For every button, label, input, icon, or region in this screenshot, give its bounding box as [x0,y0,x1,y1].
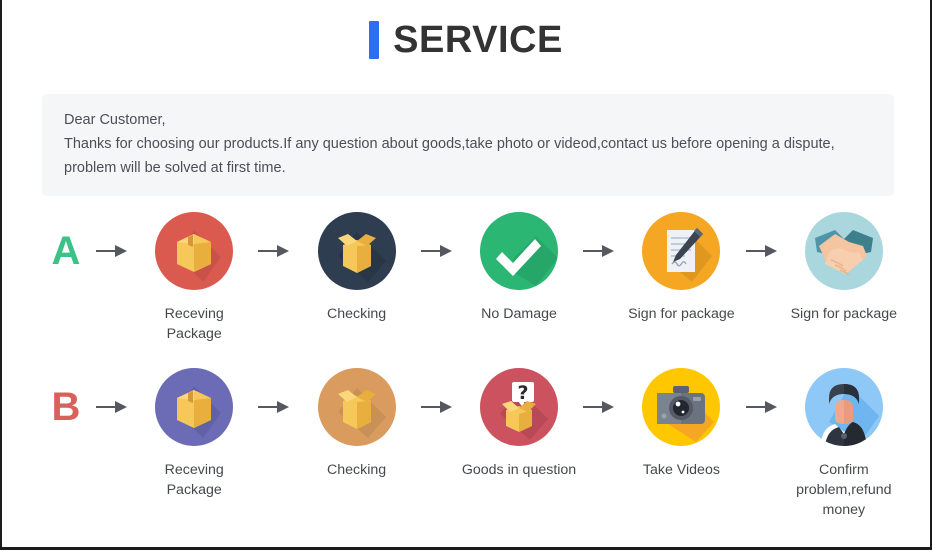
arrow-icon [740,368,786,446]
closed-box-icon [155,212,234,290]
question-box-icon: ? [480,368,559,446]
notice-line: Thanks for choosing our products.If any … [64,136,835,152]
flow-step-label: Receving Package [164,306,224,342]
flow-step: ? Goods in question [461,368,577,480]
flow-step-label: Checking [327,462,387,478]
page-title-text: SERVICE [393,19,563,61]
closed-box-icon [155,368,234,446]
flow-step: Sign for package [623,212,739,324]
title-accent-bar [369,21,380,59]
check-mark-icon [480,212,559,290]
flow-step-label: Confirm problem,refund money [796,462,892,518]
flow-step-label: Take Videos [642,462,720,478]
arrow-icon [415,368,461,446]
flow-step: Take Videos [623,368,739,480]
arrow-icon [252,368,298,446]
service-page: SERVICE Dear Customer, Thanks for choosi… [2,0,930,547]
arrow-icon [252,212,298,290]
flow-row-a: A Receving Package Checking No Damage Si… [42,212,902,344]
flow-step-label: Checking [327,306,387,322]
flow-step: Checking [298,212,414,324]
flow-step-label: Sign for package [790,306,898,322]
notice-line: Dear Customer, [64,112,166,128]
arrow-icon [740,212,786,290]
arrow-icon [577,212,623,290]
svg-text:?: ? [518,382,529,404]
flow-letter-a: A [51,229,81,273]
flow-step: Confirm problem,refund money [786,368,902,520]
flow-step-label: Sign for package [628,306,735,322]
notice-line: problem will be solved at first time. [64,160,286,176]
flow-step: Receving Package [136,212,252,344]
camera-icon [642,368,721,446]
flow-row-b: B Receving Package Checking ? Goods in q… [42,368,902,520]
arrow-icon [415,212,461,290]
arrow-icon [90,368,136,446]
open-box-icon [317,212,396,290]
flow-step: Receving Package [136,368,252,500]
document-pen-icon [642,212,721,290]
flow-step: Sign for package [786,212,902,324]
arrow-icon [577,368,623,446]
flow-step-label: Receving Package [164,462,224,498]
customer-notice-box: Dear Customer, Thanks for choosing our p… [42,94,894,196]
arrow-icon [90,212,136,290]
flow-step: No Damage [461,212,577,324]
flow-step-label: No Damage [481,306,557,322]
page-title: SERVICE [2,0,930,61]
flow-letter-b: B [51,385,81,429]
flow-step-label: Goods in question [461,462,577,478]
handshake-icon [804,212,883,290]
open-box-icon [317,368,396,446]
person-icon [804,368,883,446]
flow-step: Checking [298,368,414,480]
